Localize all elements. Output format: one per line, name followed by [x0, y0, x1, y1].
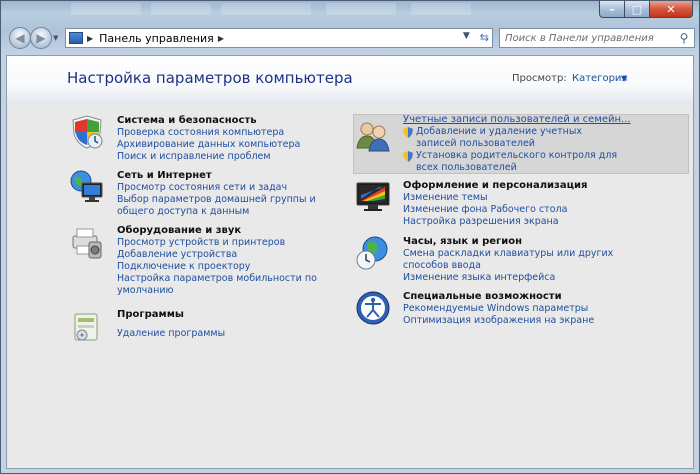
- category-title[interactable]: Оборудование и звук: [117, 225, 241, 236]
- control-panel-window: – □ ✕ ◀ ▶ ▼ ▶ Панель управления ▶ ▼ ⇆ По…: [0, 0, 700, 474]
- category-title[interactable]: Сеть и Интернет: [117, 170, 212, 181]
- category-programs: Программы Удаление программы: [69, 308, 349, 348]
- maximize-button[interactable]: □: [625, 1, 650, 18]
- link-add-remove-accounts[interactable]: Добавление и удаление учетных записей по…: [416, 126, 616, 150]
- link-backup-computer[interactable]: Архивирование данных компьютера: [117, 139, 300, 151]
- back-arrow-icon: ◀: [15, 31, 25, 45]
- category-user-accounts: Учетные записи пользователей и семейн...…: [355, 114, 689, 174]
- category-network-internet: Сеть и Интернет Просмотр состояния сети …: [69, 169, 349, 219]
- uac-shield-icon: [403, 127, 413, 138]
- back-button[interactable]: ◀: [9, 27, 31, 49]
- accessibility-icon: [356, 291, 390, 325]
- view-by-dropdown[interactable]: Категория: [572, 73, 627, 84]
- address-history-dropdown-icon[interactable]: ▼: [463, 31, 470, 44]
- link-add-device[interactable]: Добавление устройства: [117, 249, 237, 261]
- shield-icon: [72, 115, 103, 149]
- close-button[interactable]: ✕: [650, 1, 693, 18]
- category-title[interactable]: Программы: [117, 309, 184, 320]
- forward-arrow-icon: ▶: [36, 31, 46, 45]
- blurred-menu-item: [151, 3, 211, 15]
- link-screen-resolution[interactable]: Настройка разрешения экрана: [403, 216, 559, 228]
- link-homegroup-options[interactable]: Выбор параметров домашней группы и общег…: [117, 194, 339, 218]
- minimize-icon: –: [609, 2, 615, 16]
- link-network-status[interactable]: Просмотр состояния сети и задач: [117, 182, 287, 194]
- navigation-bar: ◀ ▶ ▼ ▶ Панель управления ▶ ▼ ⇆ Поиск в …: [1, 25, 699, 51]
- link-recommended-settings[interactable]: Рекомендуемые Windows параметры: [403, 303, 588, 315]
- monitor-colors-icon: [356, 182, 390, 211]
- category-title[interactable]: Система и безопасность: [117, 115, 257, 126]
- link-connect-projector[interactable]: Подключение к проектору: [117, 261, 250, 273]
- link-change-keyboard[interactable]: Смена раскладки клавиатуры или других сп…: [403, 248, 643, 272]
- category-title[interactable]: Часы, язык и регион: [403, 236, 522, 247]
- search-input[interactable]: Поиск в Панели управления: [505, 33, 676, 44]
- recent-pages-dropdown[interactable]: ▼: [53, 34, 58, 42]
- blurred-menu-item: [326, 3, 396, 15]
- category-title[interactable]: Специальные возможности: [403, 291, 562, 302]
- blurred-menu-item: [411, 3, 471, 15]
- category-title[interactable]: Оформление и персонализация: [403, 180, 587, 191]
- breadcrumb-chevron-icon[interactable]: ▶: [87, 34, 93, 43]
- search-icon[interactable]: ⚲: [676, 30, 692, 46]
- view-by-label: Просмотр:: [512, 73, 567, 84]
- link-uninstall-program[interactable]: Удаление программы: [117, 328, 225, 340]
- uac-shield-icon: [403, 151, 413, 162]
- programs-box-icon: [74, 313, 98, 341]
- link-troubleshoot[interactable]: Поиск и исправление проблем: [117, 151, 271, 163]
- category-system-security: Система и безопасность Проверка состояни…: [69, 114, 349, 164]
- forward-button[interactable]: ▶: [30, 27, 52, 49]
- minimize-button[interactable]: –: [599, 1, 625, 18]
- network-globe-icon: [70, 170, 103, 202]
- link-devices-printers[interactable]: Просмотр устройств и принтеров: [117, 237, 285, 249]
- maximize-icon: □: [631, 2, 643, 16]
- refresh-icon[interactable]: ⇆: [480, 31, 489, 44]
- link-change-display-language[interactable]: Изменение языка интерфейса: [403, 272, 555, 284]
- blurred-menu-item: [71, 3, 141, 15]
- category-hardware-sound: Оборудование и звук Просмотр устройств и…: [69, 224, 349, 299]
- chevron-down-icon[interactable]: ▼: [621, 74, 627, 83]
- header-band: Настройка параметров компьютера Просмотр…: [7, 56, 693, 105]
- page-title: Настройка параметров компьютера: [67, 69, 353, 87]
- blurred-menu-item: [221, 3, 311, 15]
- category-clock-language: Часы, язык и регион Смена раскладки клав…: [355, 235, 689, 285]
- link-optimize-display[interactable]: Оптимизация изображения на экране: [403, 315, 594, 327]
- printer-icon: [72, 228, 102, 259]
- address-bar[interactable]: ▶ Панель управления ▶ ▼ ⇆: [65, 28, 493, 48]
- link-change-theme[interactable]: Изменение темы: [403, 192, 488, 204]
- link-change-desktop-background[interactable]: Изменение фона Рабочего стола: [403, 204, 567, 216]
- breadcrumb-chevron-icon[interactable]: ▶: [218, 34, 224, 43]
- control-panel-icon: [69, 32, 83, 44]
- category-appearance: Оформление и персонализация Изменение те…: [355, 179, 689, 229]
- link-mobility-settings[interactable]: Настройка параметров мобильности по умол…: [117, 273, 339, 297]
- link-check-computer-status[interactable]: Проверка состояния компьютера: [117, 127, 284, 139]
- breadcrumb-control-panel[interactable]: Панель управления: [99, 32, 214, 45]
- users-icon: [356, 122, 390, 152]
- title-bar[interactable]: – □ ✕: [1, 1, 699, 21]
- search-box[interactable]: Поиск в Панели управления ⚲: [499, 28, 695, 48]
- category-ease-of-access: Специальные возможности Рекомендуемые Wi…: [355, 290, 689, 330]
- control-panel-content: Настройка параметров компьютера Просмотр…: [6, 55, 694, 469]
- link-parental-controls[interactable]: Установка родительского контроля для все…: [416, 150, 621, 174]
- clock-globe-icon: [356, 236, 388, 270]
- close-icon: ✕: [666, 2, 676, 16]
- link-user-accounts-title[interactable]: Учетные записи пользователей и семейн...: [403, 114, 631, 125]
